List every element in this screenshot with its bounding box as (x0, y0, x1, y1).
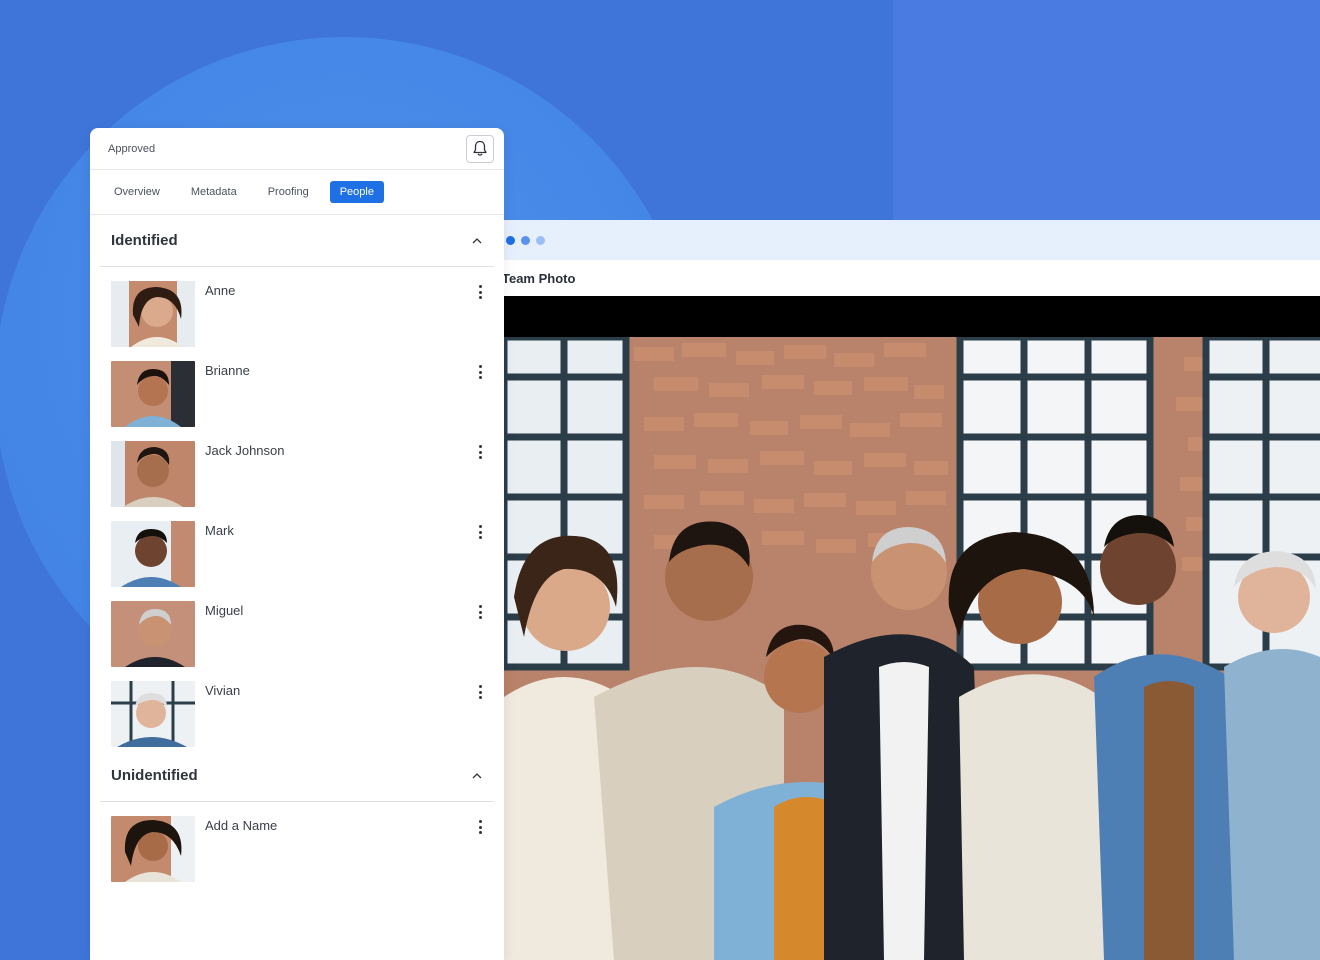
photo-frame (504, 296, 1320, 960)
avatar-unidentified (111, 816, 195, 882)
avatar-miguel (111, 601, 195, 667)
tab-overview[interactable]: Overview (104, 181, 170, 203)
person-row-brianne[interactable]: Brianne (111, 347, 494, 427)
unidentified-section-header[interactable]: Unidentified (100, 750, 494, 802)
more-options-icon[interactable] (474, 523, 486, 541)
more-options-icon[interactable] (474, 363, 486, 381)
avatar-jack-johnson (111, 441, 195, 507)
panel-header: Approved (90, 128, 504, 170)
window-dot-3[interactable] (536, 235, 545, 245)
more-options-icon[interactable] (474, 603, 486, 621)
tab-metadata[interactable]: Metadata (181, 181, 247, 203)
add-name-label[interactable]: Add a Name (205, 818, 277, 833)
window-dot-1[interactable] (506, 235, 515, 245)
person-name: Brianne (205, 363, 250, 378)
chevron-up-icon[interactable] (472, 772, 482, 779)
person-row-miguel[interactable]: Miguel (111, 587, 494, 667)
window-bar (504, 220, 1320, 260)
person-row-vivian[interactable]: Vivian (111, 667, 494, 747)
person-row-mark[interactable]: Mark (111, 507, 494, 587)
chevron-up-icon[interactable] (472, 237, 482, 244)
person-name: Miguel (205, 603, 244, 618)
tab-bar: Overview Metadata Proofing People (90, 170, 504, 215)
avatar-brianne (111, 361, 195, 427)
bell-icon (473, 140, 487, 156)
avatar-mark (111, 521, 195, 587)
tab-people[interactable]: People (329, 181, 384, 203)
more-options-icon[interactable] (474, 443, 486, 461)
people-panel: Approved Overview Metadata Proofing Peop… (90, 128, 504, 960)
avatar-vivian (111, 681, 195, 747)
status-label: Approved (108, 142, 156, 155)
window-title: Team Photo (504, 270, 576, 286)
notification-button[interactable] (466, 134, 494, 163)
person-name: Vivian (205, 683, 241, 698)
unidentified-section-title: Unidentified (111, 767, 198, 784)
person-row-jack-johnson[interactable]: Jack Johnson (111, 427, 494, 507)
person-row-unidentified[interactable]: Add a Name (111, 802, 494, 882)
person-name: Anne (205, 283, 236, 298)
window-dot-2[interactable] (521, 235, 530, 245)
identified-section-header[interactable]: Identified (100, 215, 494, 267)
person-name: Jack Johnson (205, 443, 285, 458)
identified-section-title: Identified (111, 232, 178, 249)
photo-window: Team Photo (504, 220, 1320, 960)
more-options-icon[interactable] (474, 283, 486, 301)
person-row-anne[interactable]: Anne (111, 267, 494, 347)
window-title-row: Team Photo (504, 260, 1320, 296)
person-name: Mark (205, 523, 234, 538)
team-photo[interactable] (504, 337, 1320, 960)
tab-proofing[interactable]: Proofing (258, 181, 319, 203)
more-options-icon[interactable] (474, 683, 486, 701)
more-options-icon[interactable] (474, 818, 486, 836)
avatar-anne (111, 281, 195, 347)
